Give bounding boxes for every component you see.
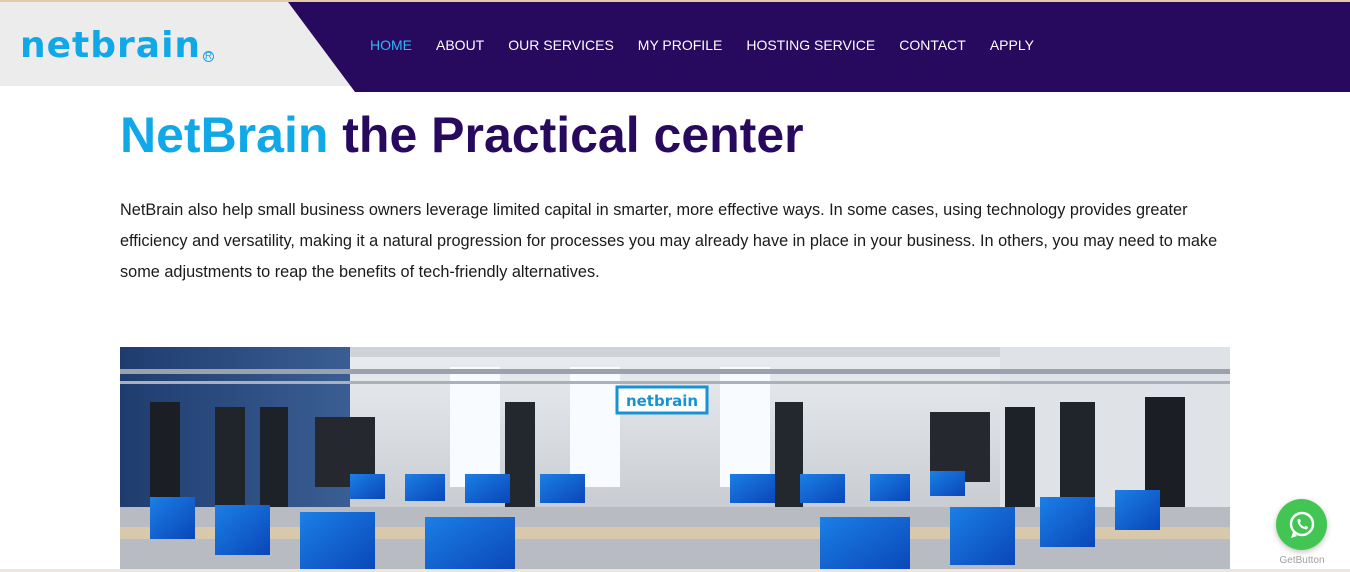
getbutton-label[interactable]: GetButton [1266,555,1338,566]
page-title-rest: the Practical center [328,107,804,163]
nav-item-our-services[interactable]: OUR SERVICES [508,37,614,53]
main-content: NetBrain the Practical center NetBrain a… [120,105,1230,288]
nav-item-about[interactable]: ABOUT [436,37,484,53]
whatsapp-button[interactable] [1276,499,1327,550]
lab-photo: netbrain [120,347,1230,572]
intro-paragraph: NetBrain also help small business owners… [120,201,1218,281]
lab-sign-text: netbrain [626,392,698,410]
logo-wordmark: netbrain [20,25,202,66]
nav-item-contact[interactable]: CONTACT [899,37,966,53]
lab-photo-illustration: netbrain [120,347,1230,572]
registered-mark-icon: R [203,50,215,62]
nav-item-apply[interactable]: APPLY [990,37,1034,53]
nav-item-my-profile[interactable]: MY PROFILE [638,37,723,53]
site-logo[interactable]: netbrain R [20,25,215,66]
nav-item-hosting-service[interactable]: HOSTING SERVICE [746,37,875,53]
main-nav: HOME ABOUT OUR SERVICES MY PROFILE HOSTI… [358,2,1046,88]
nav-item-home[interactable]: HOME [370,37,412,53]
site-header: netbrain R HOME ABOUT OUR SERVICES MY PR… [0,2,1350,92]
page-title-highlight: NetBrain [120,107,329,163]
whatsapp-icon [1289,511,1314,538]
page-title: NetBrain the Practical center [120,105,1230,165]
